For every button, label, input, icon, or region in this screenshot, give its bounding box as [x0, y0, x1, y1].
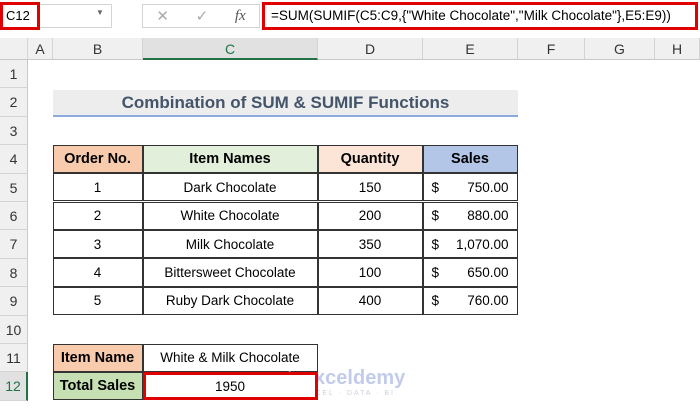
quantity-cell[interactable]: 350	[317, 229, 423, 259]
item-name-cell[interactable]: White Chocolate	[142, 201, 318, 230]
row-header-10[interactable]: 10	[0, 315, 28, 344]
sales-cell[interactable]: $880.00	[422, 201, 518, 230]
sales-cell[interactable]: $760.00	[422, 286, 518, 316]
row-header-6[interactable]: 6	[0, 202, 28, 231]
chevron-down-icon[interactable]: ▼	[96, 8, 104, 17]
order-no-cell[interactable]: 5	[52, 286, 143, 316]
column-header-D[interactable]: D	[318, 38, 423, 60]
table-header-quantity[interactable]: Quantity	[317, 144, 423, 174]
sales-cell[interactable]: $1,070.00	[422, 229, 518, 259]
column-header-B[interactable]: B	[53, 38, 143, 60]
fx-icon[interactable]: fx	[235, 8, 246, 25]
row-header-5[interactable]: 5	[0, 173, 28, 202]
table-header-sales[interactable]: Sales	[422, 144, 518, 174]
column-header-G[interactable]: G	[585, 38, 655, 60]
order-no-cell[interactable]: 2	[52, 201, 143, 230]
formula-controls: ✕ ✓ fx	[142, 4, 260, 28]
row-header-11[interactable]: 11	[0, 344, 28, 373]
name-box[interactable]: C12	[0, 2, 40, 30]
cancel-icon[interactable]: ✕	[156, 7, 169, 25]
quantity-cell[interactable]: 200	[317, 201, 423, 230]
quantity-cell[interactable]: 150	[317, 173, 423, 202]
row-header-9[interactable]: 9	[0, 287, 28, 316]
column-header-C[interactable]: C	[143, 38, 318, 60]
item-name-cell[interactable]: Milk Chocolate	[142, 229, 318, 259]
currency-symbol: $	[431, 208, 440, 224]
sales-cell[interactable]: $650.00	[422, 258, 518, 287]
order-no-cell[interactable]: 1	[52, 173, 143, 202]
sales-value: 1,070.00	[455, 236, 509, 252]
row-header-1[interactable]: 1	[0, 60, 28, 89]
quantity-cell[interactable]: 400	[317, 286, 423, 316]
sales-value: 750.00	[467, 179, 509, 195]
row-header-8[interactable]: 8	[0, 258, 28, 288]
row-header-7[interactable]: 7	[0, 230, 28, 259]
table-header-item-names[interactable]: Item Names	[142, 144, 318, 174]
sales-value: 880.00	[467, 208, 509, 224]
sales-value: 760.00	[467, 293, 509, 309]
row-header-12[interactable]: 12	[0, 372, 28, 401]
currency-symbol: $	[431, 236, 440, 252]
item-name-cell[interactable]: Ruby Dark Chocolate	[142, 286, 318, 316]
sales-cell[interactable]: $750.00	[422, 173, 518, 202]
currency-symbol: $	[431, 293, 440, 309]
currency-symbol: $	[431, 179, 440, 195]
total-sales-value[interactable]: 1950	[142, 371, 318, 401]
total-sales-label[interactable]: Total Sales	[52, 371, 143, 401]
sheet-title: Combination of SUM & SUMIF Functions	[53, 90, 518, 117]
sales-value: 650.00	[467, 264, 509, 280]
order-no-cell[interactable]: 4	[52, 258, 143, 287]
row-header-2[interactable]: 2	[0, 88, 28, 117]
column-header-F[interactable]: F	[518, 38, 585, 60]
order-no-cell[interactable]: 3	[52, 229, 143, 259]
formula-bar[interactable]: =SUM(SUMIF(C5:C9,{"White Chocolate","Mil…	[262, 2, 698, 30]
row-header-4[interactable]: 4	[0, 145, 28, 174]
column-header-A[interactable]: A	[28, 38, 53, 60]
row-header-3[interactable]: 3	[0, 116, 28, 146]
item-name-cell[interactable]: Bittersweet Chocolate	[142, 258, 318, 287]
item-name-label[interactable]: Item Name	[52, 343, 143, 372]
enter-icon[interactable]: ✓	[196, 7, 209, 25]
currency-symbol: $	[431, 264, 440, 280]
column-header-H[interactable]: H	[655, 38, 700, 60]
select-all-corner[interactable]	[0, 38, 28, 60]
item-name-cell[interactable]: Dark Chocolate	[142, 173, 318, 202]
table-header-order-no-[interactable]: Order No.	[52, 144, 143, 174]
column-header-E[interactable]: E	[423, 38, 518, 60]
quantity-cell[interactable]: 100	[317, 258, 423, 287]
